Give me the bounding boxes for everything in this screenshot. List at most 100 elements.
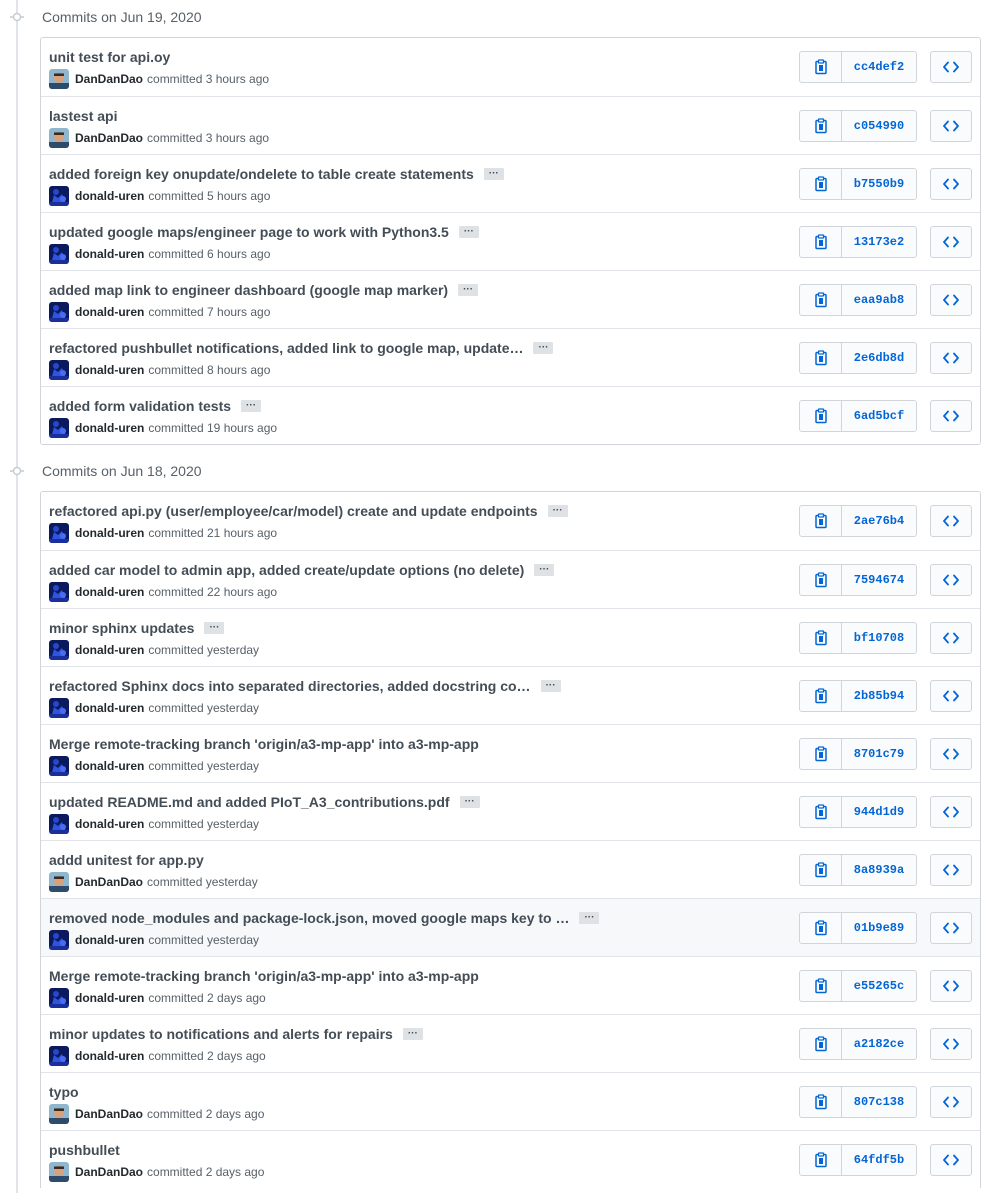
avatar[interactable] — [49, 128, 69, 148]
clipboard-icon[interactable] — [800, 111, 842, 141]
commit-author-link[interactable]: donald-uren — [75, 933, 144, 947]
code-icon[interactable] — [930, 854, 972, 886]
commit-author-link[interactable]: donald-uren — [75, 817, 144, 831]
commit-title-link[interactable]: Merge remote-tracking branch 'origin/a3-… — [49, 736, 479, 752]
code-icon[interactable] — [930, 1086, 972, 1118]
commit-sha-link[interactable]: 807c138 — [842, 1087, 916, 1117]
avatar[interactable] — [49, 1162, 69, 1182]
avatar[interactable] — [49, 930, 69, 950]
avatar[interactable] — [49, 814, 69, 834]
code-icon[interactable] — [930, 1028, 972, 1060]
commit-sha-link[interactable]: 8701c79 — [842, 739, 916, 769]
clipboard-icon[interactable] — [800, 913, 842, 943]
commit-title-link[interactable]: removed node_modules and package-lock.js… — [49, 910, 569, 926]
ellipsis-icon[interactable]: ··· — [579, 912, 600, 924]
clipboard-icon[interactable] — [800, 1087, 842, 1117]
avatar[interactable] — [49, 988, 69, 1008]
code-icon[interactable] — [930, 51, 972, 83]
ellipsis-icon[interactable]: ··· — [534, 564, 555, 576]
avatar[interactable] — [49, 69, 69, 89]
commit-sha-link[interactable]: e55265c — [842, 971, 916, 1001]
avatar[interactable] — [49, 418, 69, 438]
commit-author-link[interactable]: donald-uren — [75, 759, 144, 773]
clipboard-icon[interactable] — [800, 285, 842, 315]
code-icon[interactable] — [930, 1144, 972, 1176]
commit-title-link[interactable]: added map link to engineer dashboard (go… — [49, 282, 448, 298]
commit-sha-link[interactable]: 6ad5bcf — [842, 401, 916, 431]
clipboard-icon[interactable] — [800, 401, 842, 431]
commit-author-link[interactable]: donald-uren — [75, 363, 144, 377]
code-icon[interactable] — [930, 738, 972, 770]
commit-author-link[interactable]: DanDanDao — [75, 875, 143, 889]
commit-author-link[interactable]: donald-uren — [75, 701, 144, 715]
clipboard-icon[interactable] — [800, 855, 842, 885]
clipboard-icon[interactable] — [800, 52, 842, 82]
commit-author-link[interactable]: donald-uren — [75, 247, 144, 261]
commit-author-link[interactable]: donald-uren — [75, 991, 144, 1005]
commit-title-link[interactable]: pushbullet — [49, 1142, 120, 1158]
avatar[interactable] — [49, 1046, 69, 1066]
ellipsis-icon[interactable]: ··· — [547, 505, 568, 517]
commit-author-link[interactable]: donald-uren — [75, 189, 144, 203]
code-icon[interactable] — [930, 342, 972, 374]
commit-title-link[interactable]: refactored Sphinx docs into separated di… — [49, 678, 531, 694]
clipboard-icon[interactable] — [800, 343, 842, 373]
commit-sha-link[interactable]: 8a8939a — [842, 855, 916, 885]
commit-title-link[interactable]: minor updates to notifications and alert… — [49, 1026, 393, 1042]
avatar[interactable] — [49, 523, 69, 543]
commit-title-link[interactable]: minor sphinx updates — [49, 620, 194, 636]
clipboard-icon[interactable] — [800, 169, 842, 199]
commit-author-link[interactable]: donald-uren — [75, 526, 144, 540]
commit-sha-link[interactable]: b7550b9 — [842, 169, 916, 199]
code-icon[interactable] — [930, 796, 972, 828]
avatar[interactable] — [49, 756, 69, 776]
commit-sha-link[interactable]: eaa9ab8 — [842, 285, 916, 315]
code-icon[interactable] — [930, 400, 972, 432]
avatar[interactable] — [49, 360, 69, 380]
commit-title-link[interactable]: addd unitest for app.py — [49, 852, 204, 868]
commit-title-link[interactable]: added foreign key onupdate/ondelete to t… — [49, 166, 474, 182]
commit-title-link[interactable]: Merge remote-tracking branch 'origin/a3-… — [49, 968, 479, 984]
code-icon[interactable] — [930, 912, 972, 944]
commit-author-link[interactable]: DanDanDao — [75, 72, 143, 86]
clipboard-icon[interactable] — [800, 739, 842, 769]
commit-sha-link[interactable]: a2182ce — [842, 1029, 916, 1059]
commit-author-link[interactable]: DanDanDao — [75, 131, 143, 145]
commit-sha-link[interactable]: 01b9e89 — [842, 913, 916, 943]
code-icon[interactable] — [930, 505, 972, 537]
commit-title-link[interactable]: typo — [49, 1084, 79, 1100]
clipboard-icon[interactable] — [800, 797, 842, 827]
commit-sha-link[interactable]: 13173e2 — [842, 227, 916, 257]
ellipsis-icon[interactable]: ··· — [540, 680, 561, 692]
commit-title-link[interactable]: added car model to admin app, added crea… — [49, 562, 524, 578]
avatar[interactable] — [49, 302, 69, 322]
commit-author-link[interactable]: DanDanDao — [75, 1165, 143, 1179]
commit-author-link[interactable]: donald-uren — [75, 643, 144, 657]
code-icon[interactable] — [930, 970, 972, 1002]
commit-sha-link[interactable]: 64fdf5b — [842, 1145, 916, 1175]
commit-title-link[interactable]: updated README.md and added PIoT_A3_cont… — [49, 794, 450, 810]
commit-author-link[interactable]: donald-uren — [75, 1049, 144, 1063]
ellipsis-icon[interactable]: ··· — [458, 284, 479, 296]
commit-sha-link[interactable]: bf10708 — [842, 623, 916, 653]
code-icon[interactable] — [930, 680, 972, 712]
code-icon[interactable] — [930, 564, 972, 596]
commit-author-link[interactable]: donald-uren — [75, 421, 144, 435]
code-icon[interactable] — [930, 168, 972, 200]
ellipsis-icon[interactable]: ··· — [459, 796, 480, 808]
avatar[interactable] — [49, 1104, 69, 1124]
commit-author-link[interactable]: donald-uren — [75, 305, 144, 319]
commit-sha-link[interactable]: c054990 — [842, 111, 916, 141]
avatar[interactable] — [49, 582, 69, 602]
clipboard-icon[interactable] — [800, 506, 842, 536]
ellipsis-icon[interactable]: ··· — [458, 226, 479, 238]
avatar[interactable] — [49, 698, 69, 718]
avatar[interactable] — [49, 640, 69, 660]
clipboard-icon[interactable] — [800, 227, 842, 257]
avatar[interactable] — [49, 244, 69, 264]
commit-sha-link[interactable]: cc4def2 — [842, 52, 916, 82]
commit-title-link[interactable]: added form validation tests — [49, 398, 231, 414]
clipboard-icon[interactable] — [800, 1029, 842, 1059]
clipboard-icon[interactable] — [800, 1145, 842, 1175]
clipboard-icon[interactable] — [800, 681, 842, 711]
